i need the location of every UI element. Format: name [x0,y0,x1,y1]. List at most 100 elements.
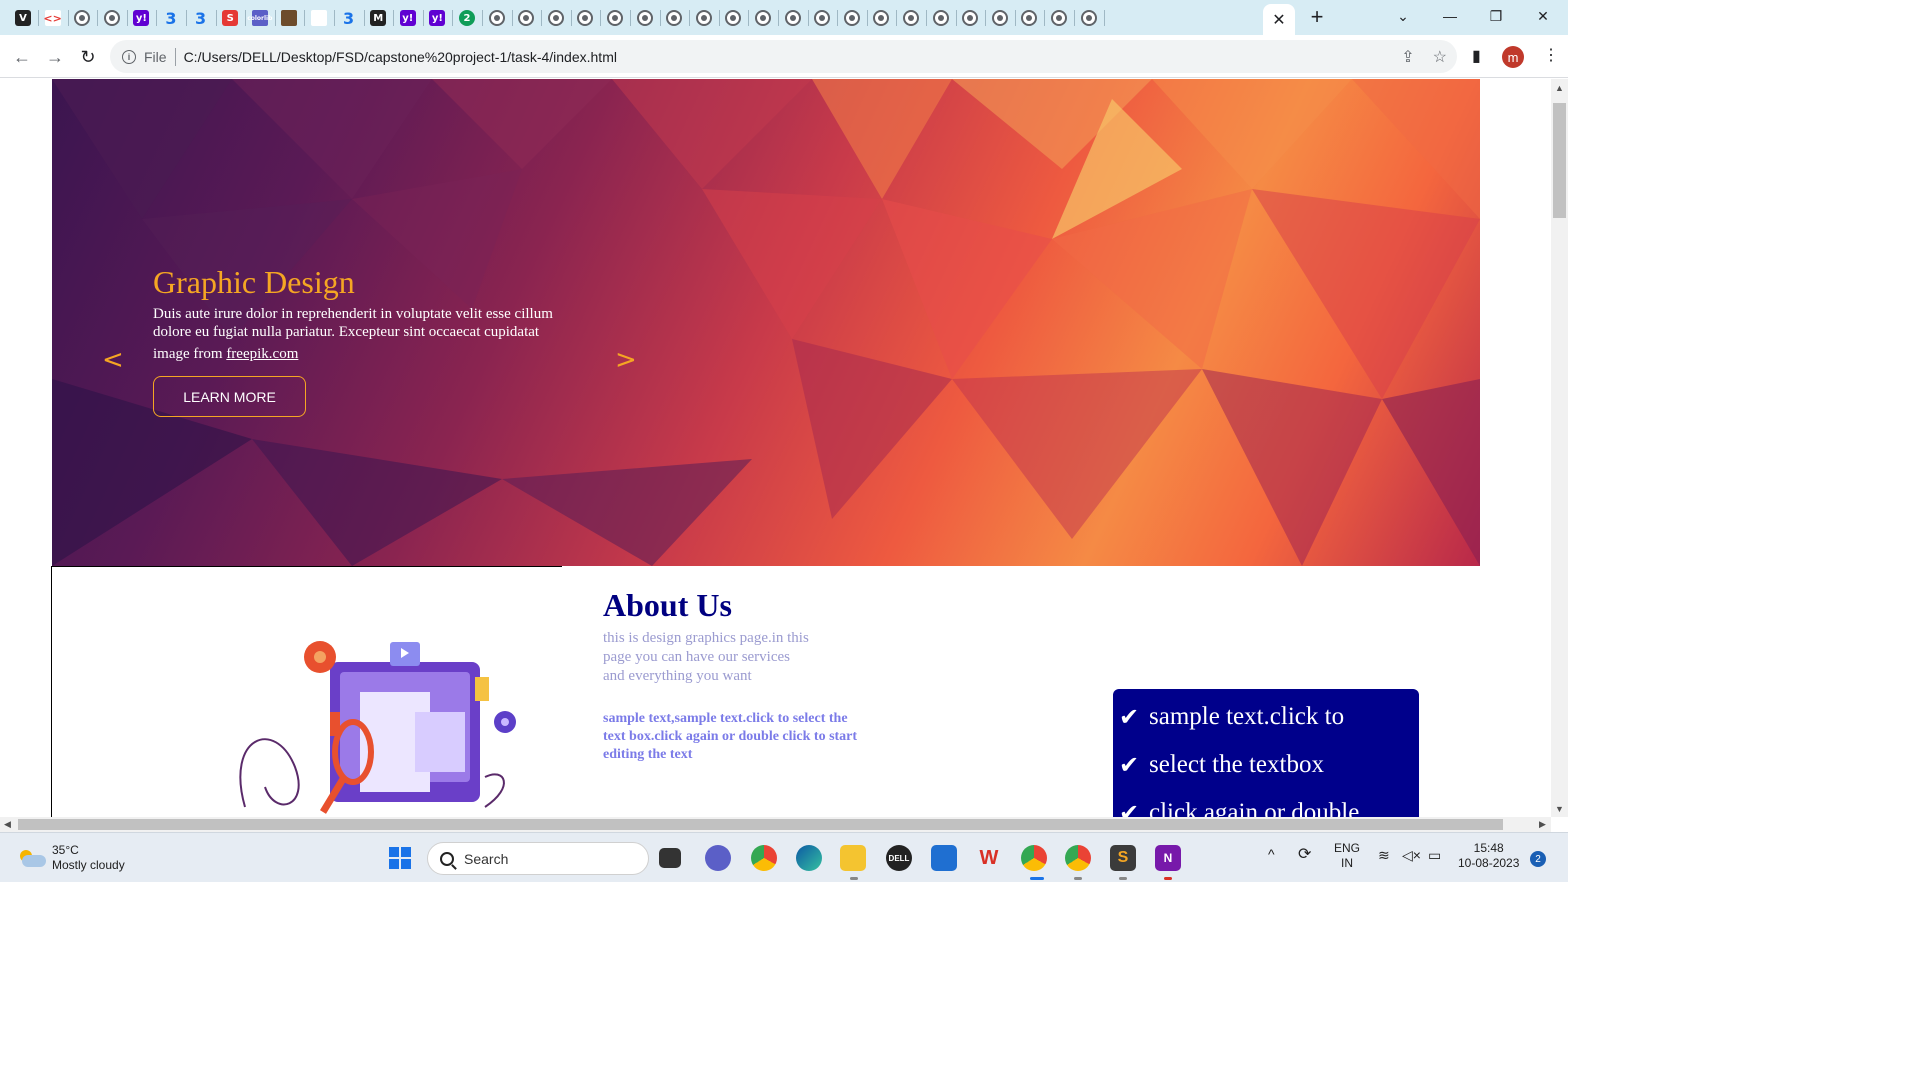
active-tab-close-button[interactable]: ✕ [1263,4,1295,35]
freepik-link[interactable]: freepik.com [226,346,298,362]
battery-icon[interactable]: ▭ [1428,848,1441,863]
browser-tab[interactable] [69,5,95,31]
minimize-button[interactable]: — [1427,4,1473,28]
browser-tab[interactable] [661,5,687,31]
weather-condition: Mostly cloudy [52,858,125,872]
new-tab-button[interactable]: + [1305,4,1329,29]
taskbar-search[interactable]: Search [427,842,649,875]
sublime-text-icon[interactable]: S [1110,845,1136,871]
browser-tab[interactable]: y! [395,5,421,31]
browser-tab[interactable]: 2 [454,5,480,31]
hero-text: Duis aute irure dolor in reprehenderit i… [153,306,553,340]
site-info-icon[interactable]: i [122,49,136,64]
show-hidden-icons-chevron-icon[interactable]: ^ [1268,847,1275,862]
browser-tab[interactable] [750,5,776,31]
menu-icon[interactable]: ⋮ [1543,45,1559,65]
vertical-scrollbar[interactable]: ▲ ▼ [1551,79,1568,817]
browser-tab[interactable] [691,5,717,31]
scroll-left-arrow-icon[interactable]: ◀ [0,817,15,832]
browser-tab[interactable] [513,5,539,31]
bookmark-star-icon[interactable]: ☆ [1433,47,1447,67]
microsoft-store-icon[interactable] [931,845,957,871]
browser-tab[interactable]: M [365,5,391,31]
restore-button[interactable]: ❐ [1473,4,1519,28]
browser-tab[interactable] [484,5,510,31]
browser-tab[interactable] [99,5,125,31]
chrome-second-icon[interactable] [1065,845,1091,871]
browser-tab[interactable] [720,5,746,31]
back-button[interactable]: ← [9,44,35,70]
file-explorer-icon[interactable] [840,845,866,871]
browser-tab[interactable] [1076,5,1102,31]
windows-start-icon[interactable] [387,845,413,871]
tab-favicon-icon [725,10,742,26]
browser-tab[interactable]: 3 [336,5,362,31]
browser-tab[interactable] [809,5,835,31]
carousel-prev-arrow[interactable]: < [102,345,124,375]
page-viewport: Graphic Design Duis aute irure dolor in … [0,79,1551,817]
tab-search-chevron-icon[interactable]: ⌄ [1380,4,1426,28]
browser-tab[interactable]: 3 [158,5,184,31]
address-bar[interactable]: i File C:/Users/DELL/Desktop/FSD/capston… [110,40,1457,73]
onenote-icon[interactable]: N [1155,845,1181,871]
scroll-down-arrow-icon[interactable]: ▼ [1551,800,1568,817]
browser-tab[interactable] [1016,5,1042,31]
tab-favicon-icon [1051,10,1067,26]
forward-button[interactable]: → [42,44,68,70]
close-window-button[interactable]: ✕ [1520,4,1566,28]
browser-tab[interactable]: 3 [188,5,214,31]
checklist-item: ✔ click again or double [1119,789,1419,817]
browser-tab[interactable] [898,5,924,31]
learn-more-button[interactable]: LEARN MORE [153,376,306,417]
horizontal-scroll-thumb[interactable] [18,819,1503,830]
vertical-scroll-thumb[interactable] [1553,103,1566,218]
browser-tab[interactable] [572,5,598,31]
tab-favicon-icon: colorlib [247,10,272,26]
browser-tab[interactable] [868,5,894,31]
scroll-up-arrow-icon[interactable]: ▲ [1551,79,1568,96]
chrome-icon[interactable] [751,845,777,871]
browser-tab[interactable] [602,5,628,31]
browser-tab[interactable]: y! [128,5,154,31]
volume-muted-icon[interactable]: ◁× [1402,848,1421,863]
browser-tab[interactable]: y! [424,5,450,31]
browser-tab[interactable]: colorlib [247,5,273,31]
browser-tab[interactable] [987,5,1013,31]
browser-tab[interactable] [839,5,865,31]
profile-avatar[interactable]: m [1502,46,1524,68]
browser-tab[interactable]: V [10,5,36,31]
language-indicator[interactable]: ENG IN [1334,841,1360,871]
browser-tab[interactable] [780,5,806,31]
edge-icon[interactable] [796,845,822,871]
task-view-icon[interactable] [659,848,681,868]
weather-widget[interactable]: 35°C Mostly cloudy [18,843,125,873]
dell-icon[interactable]: DELL [886,845,912,871]
tab-favicon-icon: M [370,10,387,26]
browser-tab[interactable] [306,5,332,31]
carousel-next-arrow[interactable]: > [615,345,637,375]
browser-tab[interactable] [543,5,569,31]
browser-tab[interactable] [276,5,302,31]
sync-icon[interactable]: ⟳ [1298,847,1311,863]
wifi-icon[interactable]: ≋ [1378,848,1390,863]
browser-tab[interactable] [928,5,954,31]
clock[interactable]: 15:48 10-08-2023 [1458,841,1519,871]
browser-tab[interactable]: S [217,5,243,31]
tab-favicon-icon [577,10,594,26]
reload-button[interactable]: ↻ [75,44,101,70]
scroll-right-arrow-icon[interactable]: ▶ [1535,817,1550,832]
horizontal-scrollbar[interactable]: ◀ ▶ [0,817,1551,832]
notification-badge[interactable]: 2 [1530,851,1546,867]
browser-tab[interactable] [632,5,658,31]
side-panel-icon[interactable]: ▮ [1472,46,1481,66]
browser-tab[interactable] [957,5,983,31]
about-section-border [51,566,562,567]
teams-chat-icon[interactable] [705,845,731,871]
share-icon[interactable]: ⇪ [1401,47,1414,67]
wps-office-icon[interactable]: W [976,845,1002,871]
url-text[interactable]: C:/Users/DELL/Desktop/FSD/capstone%20pro… [184,49,617,65]
browser-tab[interactable] [1046,5,1072,31]
browser-tab[interactable]: <> [40,5,66,31]
chrome-profile-icon[interactable] [1021,845,1047,871]
tab-favicon-icon: 3 [195,8,207,28]
